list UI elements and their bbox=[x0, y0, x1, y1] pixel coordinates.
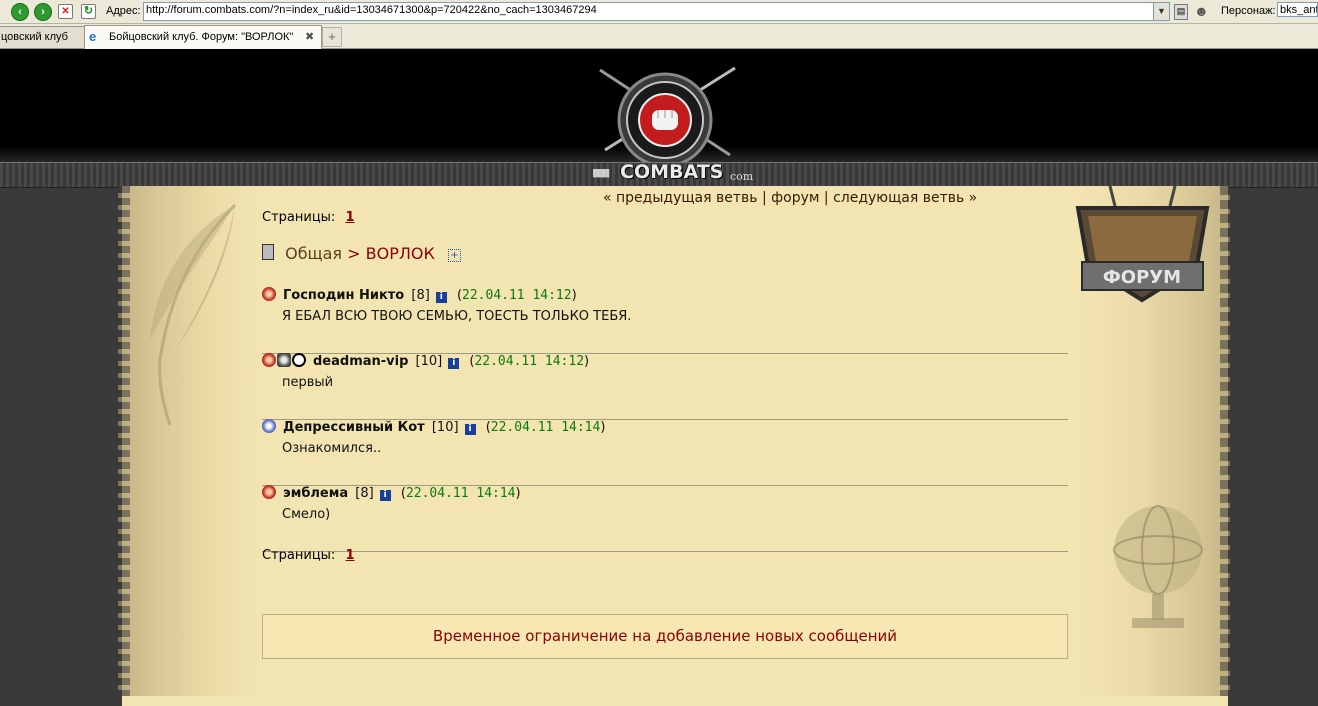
nav-separator: | bbox=[823, 190, 829, 206]
breadcrumb-section[interactable]: Общая bbox=[285, 244, 342, 263]
reload-icon[interactable]: ↻ bbox=[81, 4, 96, 19]
address-input[interactable]: http://forum.combats.com/?n=index_ru&id=… bbox=[143, 2, 1159, 21]
nav-separator: | bbox=[761, 190, 767, 206]
badge-group bbox=[262, 419, 277, 437]
feather-decoration-icon bbox=[150, 203, 237, 426]
forum-post: эмблема [8] i (22.04.11 14:14) Смело) bbox=[262, 485, 1068, 552]
post-header: deadman-vip [10] i (22.04.11 14:12) bbox=[262, 353, 589, 371]
post-date: 22.04.11 14:12 bbox=[474, 354, 585, 369]
thread-navigation: « предыдущая ветвь | форум | следующая в… bbox=[603, 190, 977, 206]
back-arrow-icon[interactable]: ‹ bbox=[11, 3, 29, 21]
author-level: [8] bbox=[355, 486, 374, 501]
pagination-top: Страницы: 1 bbox=[262, 210, 355, 225]
expand-icon[interactable]: + bbox=[447, 249, 461, 262]
person-input[interactable]: bks_ant bbox=[1277, 2, 1318, 17]
person-label: Персонаж: bbox=[1221, 5, 1276, 17]
parchment-right-edge bbox=[1220, 186, 1230, 696]
post-date: 22.04.11 14:14 bbox=[405, 486, 516, 501]
page-link[interactable]: 1 bbox=[345, 548, 354, 563]
post-header: Господин Никто [8] i (22.04.11 14:12) bbox=[262, 287, 577, 305]
forum-shield-label: ФОРУМ bbox=[1103, 267, 1181, 288]
post-date: 22.04.11 14:14 bbox=[490, 420, 601, 435]
pagination-bottom: Страницы: 1 bbox=[262, 548, 355, 563]
clan-badge-icon[interactable] bbox=[262, 287, 276, 301]
ring-badge-icon[interactable] bbox=[292, 353, 306, 367]
post-text: Смело) bbox=[282, 507, 331, 522]
site-logo[interactable]: COMBATS bbox=[620, 161, 723, 183]
author-name[interactable]: Депрессивный Кот bbox=[283, 420, 425, 435]
tab-bar: цовский клуб e Бойцовский клуб. Форум: "… bbox=[0, 24, 1318, 49]
author-name[interactable]: эмблема bbox=[283, 486, 348, 501]
tab-close-icon[interactable]: ✖ bbox=[305, 27, 314, 48]
pages-label: Страницы: bbox=[262, 210, 336, 225]
align-badge-icon[interactable] bbox=[277, 353, 291, 367]
author-level: [10] bbox=[415, 354, 443, 369]
posting-restriction-notice: Временное ограничение на добавление новы… bbox=[262, 614, 1068, 659]
page-icon[interactable]: ▤ bbox=[1174, 4, 1188, 20]
people-icon[interactable]: ☻ bbox=[1194, 3, 1209, 19]
author-level: [10] bbox=[431, 420, 459, 435]
ie-icon: e bbox=[89, 29, 97, 44]
badge-group bbox=[262, 287, 277, 305]
clan-badge-icon[interactable] bbox=[262, 353, 276, 367]
breadcrumb-separator: > bbox=[347, 244, 361, 263]
address-dropdown-icon[interactable]: ▼ bbox=[1153, 2, 1170, 21]
tab-label: Бойцовский клуб. Форум: "ВОРЛОК" bbox=[109, 31, 294, 43]
globe-decoration-icon bbox=[1113, 505, 1203, 628]
parchment-left-edge bbox=[118, 186, 130, 696]
tab-combats-club[interactable]: цовский клуб bbox=[0, 26, 88, 48]
pages-label: Страницы: bbox=[262, 548, 336, 563]
next-thread-link[interactable]: следующая ветвь » bbox=[833, 190, 977, 206]
breadcrumb-topic: ВОРЛОК bbox=[365, 244, 435, 263]
post-header: эмблема [8] i (22.04.11 14:14) bbox=[262, 485, 521, 503]
post-text: Ознакомился.. bbox=[282, 441, 382, 456]
forward-arrow-icon[interactable]: › bbox=[34, 3, 52, 21]
info-icon[interactable]: i bbox=[435, 292, 447, 303]
logo-bars-icon: ▮▮▮▮ bbox=[592, 166, 610, 179]
post-date: 22.04.11 14:12 bbox=[462, 288, 572, 303]
info-icon[interactable]: i bbox=[379, 490, 391, 501]
forum-link[interactable]: форум bbox=[771, 190, 819, 206]
forum-post: Господин Никто [8] i (22.04.11 14:12) Я Е… bbox=[262, 287, 1068, 354]
forum-post: deadman-vip [10] i (22.04.11 14:12) первы… bbox=[262, 353, 1068, 420]
page-link[interactable]: 1 bbox=[345, 210, 354, 225]
address-label: Адрес: bbox=[106, 5, 141, 17]
author-level: [8] bbox=[411, 288, 430, 303]
phone-icon bbox=[262, 244, 274, 260]
breadcrumb: Общая > ВОРЛОК + bbox=[262, 244, 461, 263]
prev-thread-link[interactable]: « предыдущая ветвь bbox=[603, 190, 758, 206]
forum-shield-emblem[interactable]: ФОРУМ bbox=[1070, 186, 1215, 304]
post-header: Депрессивный Кот [10] i (22.04.11 14:14) bbox=[262, 419, 605, 437]
info-icon[interactable]: i bbox=[464, 424, 476, 435]
tab-label: цовский клуб bbox=[1, 31, 68, 43]
forum-post: Депрессивный Кот [10] i (22.04.11 14:14) … bbox=[262, 419, 1068, 486]
clan-badge-icon[interactable] bbox=[262, 419, 276, 433]
stop-icon[interactable]: ✕ bbox=[58, 4, 73, 19]
author-name[interactable]: Господин Никто bbox=[283, 288, 404, 303]
combats-fist-emblem-icon[interactable] bbox=[585, 60, 745, 170]
post-text: Я ЕБАЛ ВСЮ ТВОЮ СЕМЬЮ, ТОЕСТЬ ТОЛЬКО ТЕБ… bbox=[282, 309, 632, 324]
post-text: первый bbox=[282, 375, 334, 390]
info-icon[interactable]: i bbox=[448, 358, 460, 369]
new-tab-button[interactable]: + bbox=[322, 27, 342, 47]
tab-forum-vorlok[interactable]: e Бойцовский клуб. Форум: "ВОРЛОК" ✖ bbox=[84, 25, 322, 49]
author-name[interactable]: deadman-vip bbox=[313, 354, 408, 369]
site-logo-suffix: com bbox=[730, 170, 754, 183]
badge-group bbox=[262, 353, 307, 371]
badge-group bbox=[262, 485, 277, 503]
browser-toolbar: ‹ › ✕ ↻ Адрес: http://forum.combats.com/… bbox=[0, 0, 1318, 24]
clan-badge-icon[interactable] bbox=[262, 485, 276, 499]
